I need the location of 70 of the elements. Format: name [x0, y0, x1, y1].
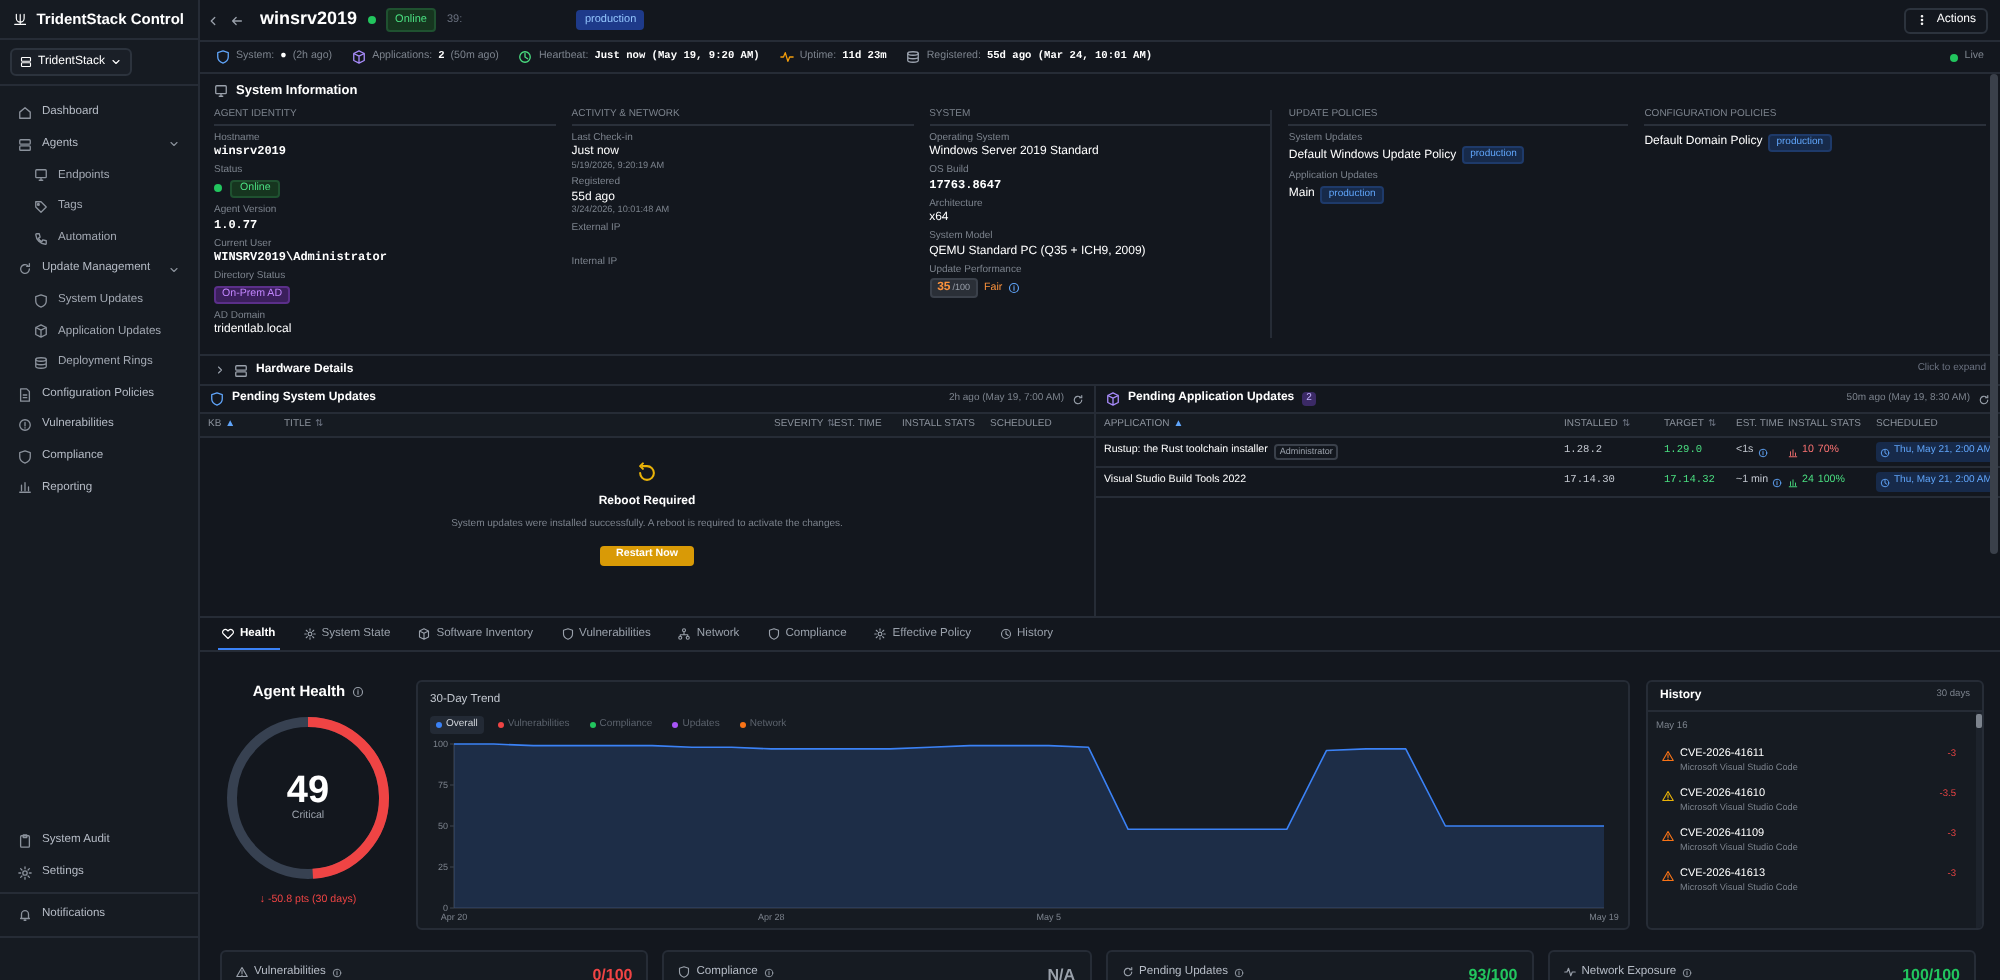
monitor-icon — [34, 168, 48, 183]
bar-chart-icon — [18, 480, 32, 495]
shield-icon — [767, 628, 780, 640]
chevron-right-icon — [214, 364, 226, 376]
info-icon — [1233, 967, 1244, 978]
document-icon — [18, 387, 32, 402]
clock-icon — [1880, 447, 1890, 457]
bell-icon — [18, 908, 32, 922]
trident-logo-icon — [14, 8, 27, 30]
phone-icon — [34, 231, 48, 246]
gear-icon — [18, 865, 32, 880]
score-value: 0/100 — [592, 964, 633, 980]
warning-icon — [236, 966, 248, 979]
chevron-down-icon — [110, 56, 123, 68]
server-icon — [18, 137, 32, 152]
gear-icon — [874, 628, 887, 640]
shield-icon — [34, 293, 48, 308]
pulse-icon — [779, 50, 794, 64]
alert-circle-icon — [18, 418, 32, 433]
refresh-icon — [1072, 393, 1084, 405]
info-icon — [1772, 477, 1783, 487]
chevron-down-icon — [168, 138, 180, 151]
cube-icon — [1106, 392, 1120, 406]
scrollbar-thumb[interactable] — [1976, 714, 1982, 728]
info-icon — [1757, 447, 1768, 457]
clock-icon — [999, 628, 1011, 640]
score-value: 93/100 — [1468, 964, 1518, 980]
network-icon — [678, 628, 691, 640]
cube-icon — [418, 628, 431, 640]
collapse-button[interactable] — [206, 13, 220, 27]
database-icon — [906, 50, 921, 64]
shield-icon — [561, 628, 574, 640]
cube-icon — [352, 50, 367, 64]
shield-icon — [216, 50, 230, 64]
chevron-down-icon — [168, 263, 180, 276]
clock-icon — [1880, 477, 1890, 487]
score-value: 100/100 — [1902, 964, 1960, 980]
info-icon — [331, 967, 342, 978]
scrollbar-thumb[interactable] — [1990, 74, 1998, 554]
refresh-icon — [18, 262, 32, 277]
more-vertical-icon — [1916, 14, 1929, 26]
health-score: 49 — [286, 771, 330, 810]
database-icon — [34, 356, 48, 371]
score-value: N/A — [1047, 964, 1075, 980]
chevron-left-icon — [206, 13, 220, 27]
refresh-button[interactable] — [1978, 393, 1990, 405]
shield-icon — [210, 392, 224, 406]
rotate-icon — [636, 462, 658, 484]
drive-icon — [234, 363, 248, 377]
pulse-icon — [1563, 966, 1576, 979]
shield-icon — [678, 966, 691, 979]
back-button[interactable] — [230, 13, 244, 27]
agent-title: winsrv2019 — [260, 6, 358, 33]
info-icon — [351, 685, 364, 698]
cube-icon — [34, 324, 48, 339]
heart-icon — [222, 628, 234, 640]
info-icon — [1682, 967, 1693, 978]
clipboard-icon — [18, 834, 32, 849]
info-icon — [1008, 282, 1021, 295]
clock-icon — [518, 50, 533, 64]
shield-icon — [18, 449, 32, 464]
refresh-icon — [1121, 966, 1133, 979]
home-icon — [18, 106, 32, 121]
monitor-icon — [214, 84, 228, 99]
refresh-icon — [1978, 393, 1990, 405]
arrow-left-icon — [230, 13, 244, 27]
info-icon — [763, 967, 774, 978]
refresh-button[interactable] — [1072, 393, 1084, 405]
gear-icon — [303, 628, 316, 640]
tag-icon — [34, 200, 48, 215]
